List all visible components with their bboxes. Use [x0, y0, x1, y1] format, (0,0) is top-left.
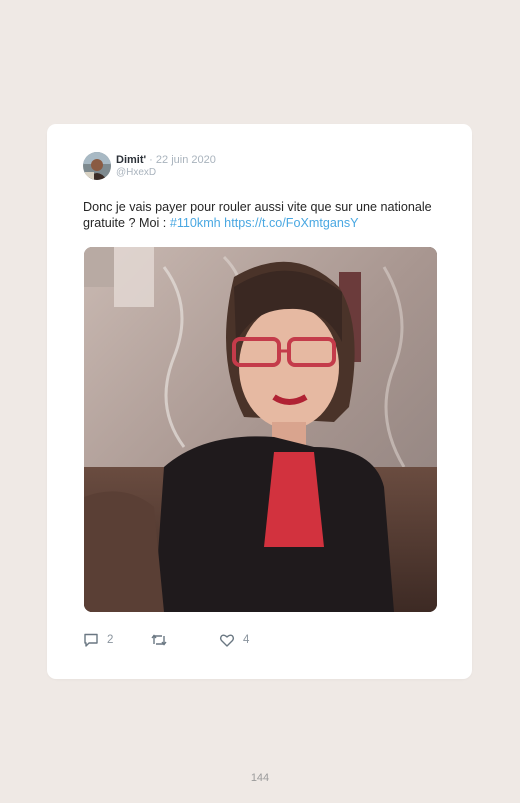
separator: · [146, 154, 156, 166]
tweet-actions: 2 4 [83, 632, 453, 654]
author-line: Dimit' · 22 juin 2020 [116, 154, 216, 166]
tweet-date[interactable]: 22 juin 2020 [156, 154, 216, 166]
page-number: 144 [250, 772, 270, 784]
avatar[interactable] [83, 152, 111, 180]
like-count: 4 [243, 634, 250, 646]
author-handle[interactable]: @HxexD [116, 167, 156, 178]
tweet-text: Donc je vais payer pour rouler aussi vit… [83, 199, 453, 231]
like-action[interactable]: 4 [219, 632, 249, 648]
tweet-url-link[interactable]: https://t.co/FoXmtgansY [221, 216, 358, 230]
tweet-card: Dimit' · 22 juin 2020 @HxexD Donc je vai… [47, 124, 472, 679]
reply-count: 2 [107, 634, 114, 646]
heart-icon[interactable] [219, 632, 235, 648]
author-name[interactable]: Dimit' [116, 154, 146, 166]
retweet-action[interactable] [150, 632, 168, 648]
hashtag-link[interactable]: #110kmh [170, 216, 221, 230]
tweet-media-image[interactable] [84, 247, 437, 612]
retweet-icon[interactable] [150, 632, 168, 648]
reply-action[interactable]: 2 [83, 632, 113, 648]
reply-icon[interactable] [83, 632, 99, 648]
